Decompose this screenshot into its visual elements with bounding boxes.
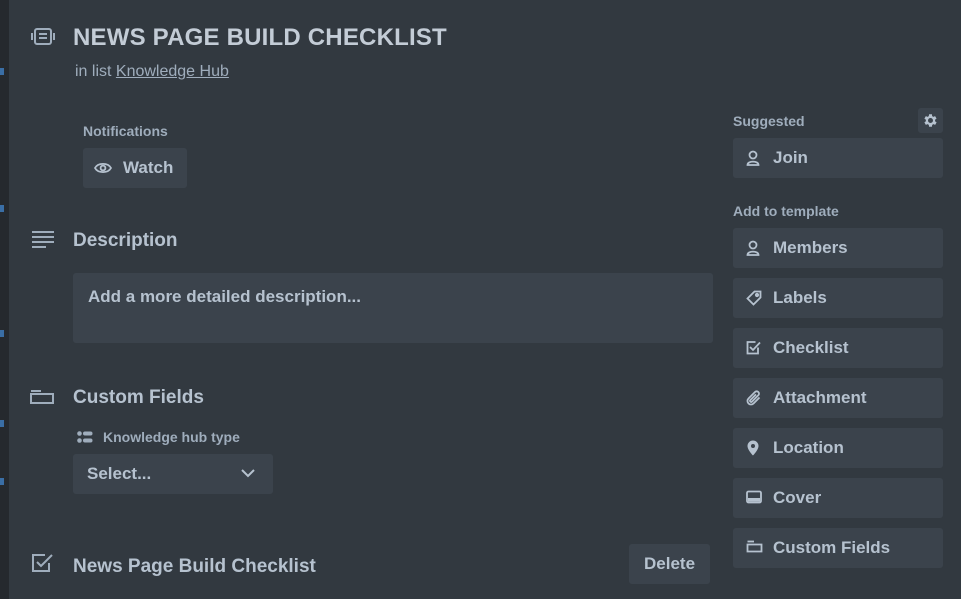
in-list-prefix: in list xyxy=(75,63,112,80)
description-heading: Description xyxy=(73,230,178,251)
checklist-button[interactable]: Checklist xyxy=(733,328,943,368)
cover-label: Cover xyxy=(773,488,822,507)
custom-fields-icon xyxy=(29,389,55,405)
cover-button[interactable]: Cover xyxy=(733,478,943,518)
person-icon xyxy=(746,150,760,166)
notifications-label: Notifications xyxy=(83,123,168,139)
description-input[interactable]: Add a more detailed description... xyxy=(73,273,713,343)
location-pin-icon xyxy=(746,440,760,456)
attachment-button[interactable]: Attachment xyxy=(733,378,943,418)
suggested-settings-button[interactable] xyxy=(918,108,943,133)
location-label: Location xyxy=(773,438,844,457)
custom-fields-heading: Custom Fields xyxy=(73,387,204,408)
gear-icon xyxy=(922,112,939,129)
card-icon xyxy=(31,26,55,48)
custom-fields-icon xyxy=(746,540,763,553)
knowledge-hub-type-label: Knowledge hub type xyxy=(103,429,240,445)
join-button[interactable]: Join xyxy=(733,138,943,178)
in-list-text: in list Knowledge Hub xyxy=(75,63,229,81)
delete-checklist-button[interactable]: Delete xyxy=(629,544,710,584)
watch-button[interactable]: Watch xyxy=(83,148,187,188)
watch-label: Watch xyxy=(123,158,174,177)
labels-label: Labels xyxy=(773,288,827,307)
location-button[interactable]: Location xyxy=(733,428,943,468)
knowledge-hub-type-select[interactable]: Select... xyxy=(73,454,273,494)
cover-icon xyxy=(746,490,762,504)
list-link[interactable]: Knowledge Hub xyxy=(116,63,229,80)
checklist-label: Checklist xyxy=(773,338,849,357)
attachment-label: Attachment xyxy=(773,388,867,407)
checkbox-icon xyxy=(746,340,761,355)
paperclip-icon xyxy=(746,390,762,406)
select-value: Select... xyxy=(87,464,152,483)
members-button[interactable]: Members xyxy=(733,228,943,268)
custom-fields-button[interactable]: Custom Fields xyxy=(733,528,943,568)
delete-label: Delete xyxy=(644,554,696,573)
add-to-template-label: Add to template xyxy=(733,203,839,219)
checklist-icon xyxy=(32,553,54,573)
suggested-label: Suggested xyxy=(733,113,805,129)
members-label: Members xyxy=(773,238,848,257)
field-type-icon xyxy=(77,431,93,443)
chevron-down-icon xyxy=(241,469,255,478)
board-edge xyxy=(0,0,9,599)
description-icon xyxy=(31,230,55,248)
labels-button[interactable]: Labels xyxy=(733,278,943,318)
tag-icon xyxy=(746,290,762,306)
eye-icon xyxy=(94,161,112,175)
join-label: Join xyxy=(773,148,808,167)
checklist-title[interactable]: News Page Build Checklist xyxy=(73,556,316,578)
card-title[interactable]: NEWS PAGE BUILD CHECKLIST xyxy=(73,24,447,52)
custom-fields-label: Custom Fields xyxy=(773,538,891,557)
person-icon xyxy=(746,240,760,256)
